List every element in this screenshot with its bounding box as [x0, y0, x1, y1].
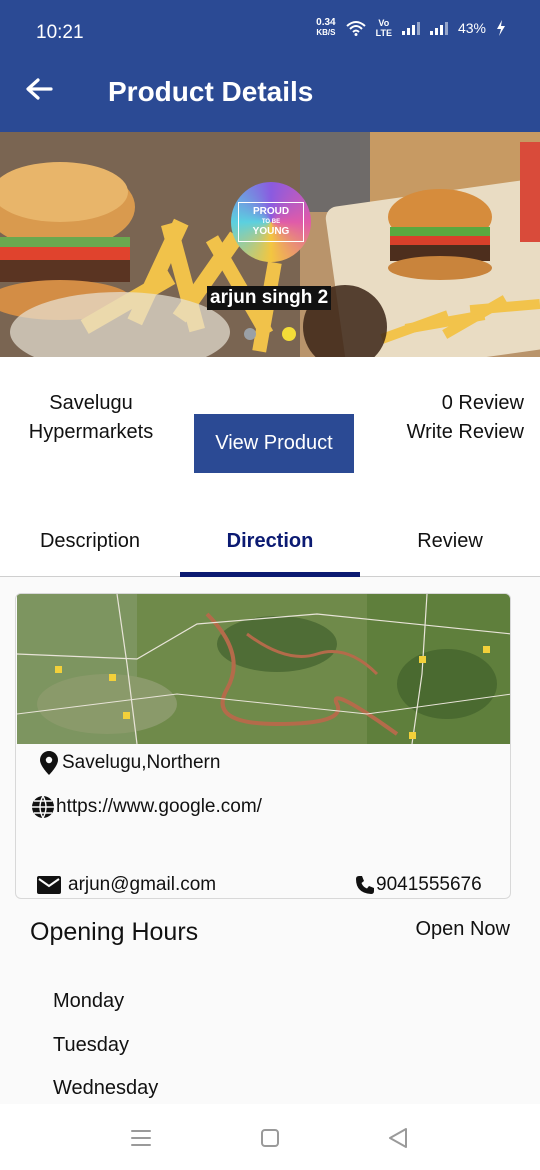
day-tuesday: Tuesday: [53, 1034, 129, 1056]
tab-bar: Description Direction Review: [0, 507, 540, 577]
day-wednesday: Wednesday: [53, 1077, 159, 1099]
opening-hours-title: Opening Hours: [30, 918, 199, 946]
home-button[interactable]: [258, 1126, 282, 1150]
location-text: Savelugu,Northern: [62, 752, 221, 773]
product-info: Savelugu Hypermarkets View Product 0 Rev…: [0, 357, 540, 577]
location-row: Savelugu,Northern: [36, 750, 220, 776]
carousel-dot[interactable]: [244, 328, 256, 340]
square-icon: [261, 1129, 279, 1147]
menu-icon: [131, 1130, 151, 1146]
charging-icon: [497, 20, 505, 36]
status-time: 10:21: [36, 22, 84, 43]
website-link[interactable]: https://www.google.com/: [56, 796, 262, 818]
wifi-icon: [345, 21, 366, 36]
carousel-dot-active[interactable]: [282, 327, 296, 341]
store-name: Savelugu Hypermarkets: [28, 392, 154, 443]
brand-badge: PROUD TO BE YOUNG: [231, 182, 311, 262]
view-product-button[interactable]: View Product: [194, 414, 354, 473]
email-icon: [36, 872, 62, 898]
back-nav-button[interactable]: [386, 1126, 410, 1150]
globe-icon: [30, 794, 56, 820]
carousel-indicator: [244, 327, 296, 341]
location-pin-icon: [36, 750, 62, 776]
tab-review[interactable]: Review: [360, 507, 540, 576]
page-title: Product Details: [108, 76, 314, 107]
tab-description[interactable]: Description: [0, 507, 180, 576]
signal-icon-1: [401, 21, 420, 35]
write-review-link[interactable]: Write Review: [407, 418, 524, 447]
status-bar: 10:21 0.34 KB/S Vo LTE 43%: [0, 0, 540, 48]
arrow-left-icon: [26, 78, 53, 100]
day-monday: Monday: [53, 990, 125, 1012]
status-icons: 0.34 KB/S Vo LTE 43%: [316, 18, 506, 38]
phone-icon: [354, 872, 376, 898]
phone-text[interactable]: 9041555676: [376, 874, 482, 896]
battery-percent: 43%: [457, 20, 486, 36]
back-button[interactable]: [22, 72, 56, 106]
app-bar: Product Details: [0, 48, 540, 132]
system-nav-bar: [0, 1104, 540, 1170]
image-caption: arjun singh 2: [207, 286, 332, 310]
product-image-carousel[interactable]: PROUD TO BE YOUNG arjun singh 2: [0, 132, 540, 357]
volte-icon: Vo LTE: [375, 18, 392, 38]
website-row[interactable]: https://www.google.com/: [30, 794, 262, 820]
network-speed: 0.34 KB/S: [316, 17, 336, 38]
satellite-map[interactable]: [17, 594, 511, 744]
email-text[interactable]: arjun@gmail.com: [68, 874, 216, 896]
email-row[interactable]: arjun@gmail.com: [36, 872, 216, 898]
phone-row[interactable]: 9041555676: [354, 872, 482, 898]
triangle-back-icon: [389, 1128, 407, 1148]
signal-icon-2: [429, 21, 448, 35]
open-status: Open Now: [415, 918, 511, 940]
recents-button[interactable]: [129, 1126, 153, 1150]
review-count: 0 Review: [441, 392, 524, 414]
direction-card: Savelugu,Northern https://www.google.com…: [15, 593, 511, 899]
tab-direction[interactable]: Direction: [180, 507, 360, 577]
review-summary: 0 Review Write Review: [407, 389, 524, 447]
